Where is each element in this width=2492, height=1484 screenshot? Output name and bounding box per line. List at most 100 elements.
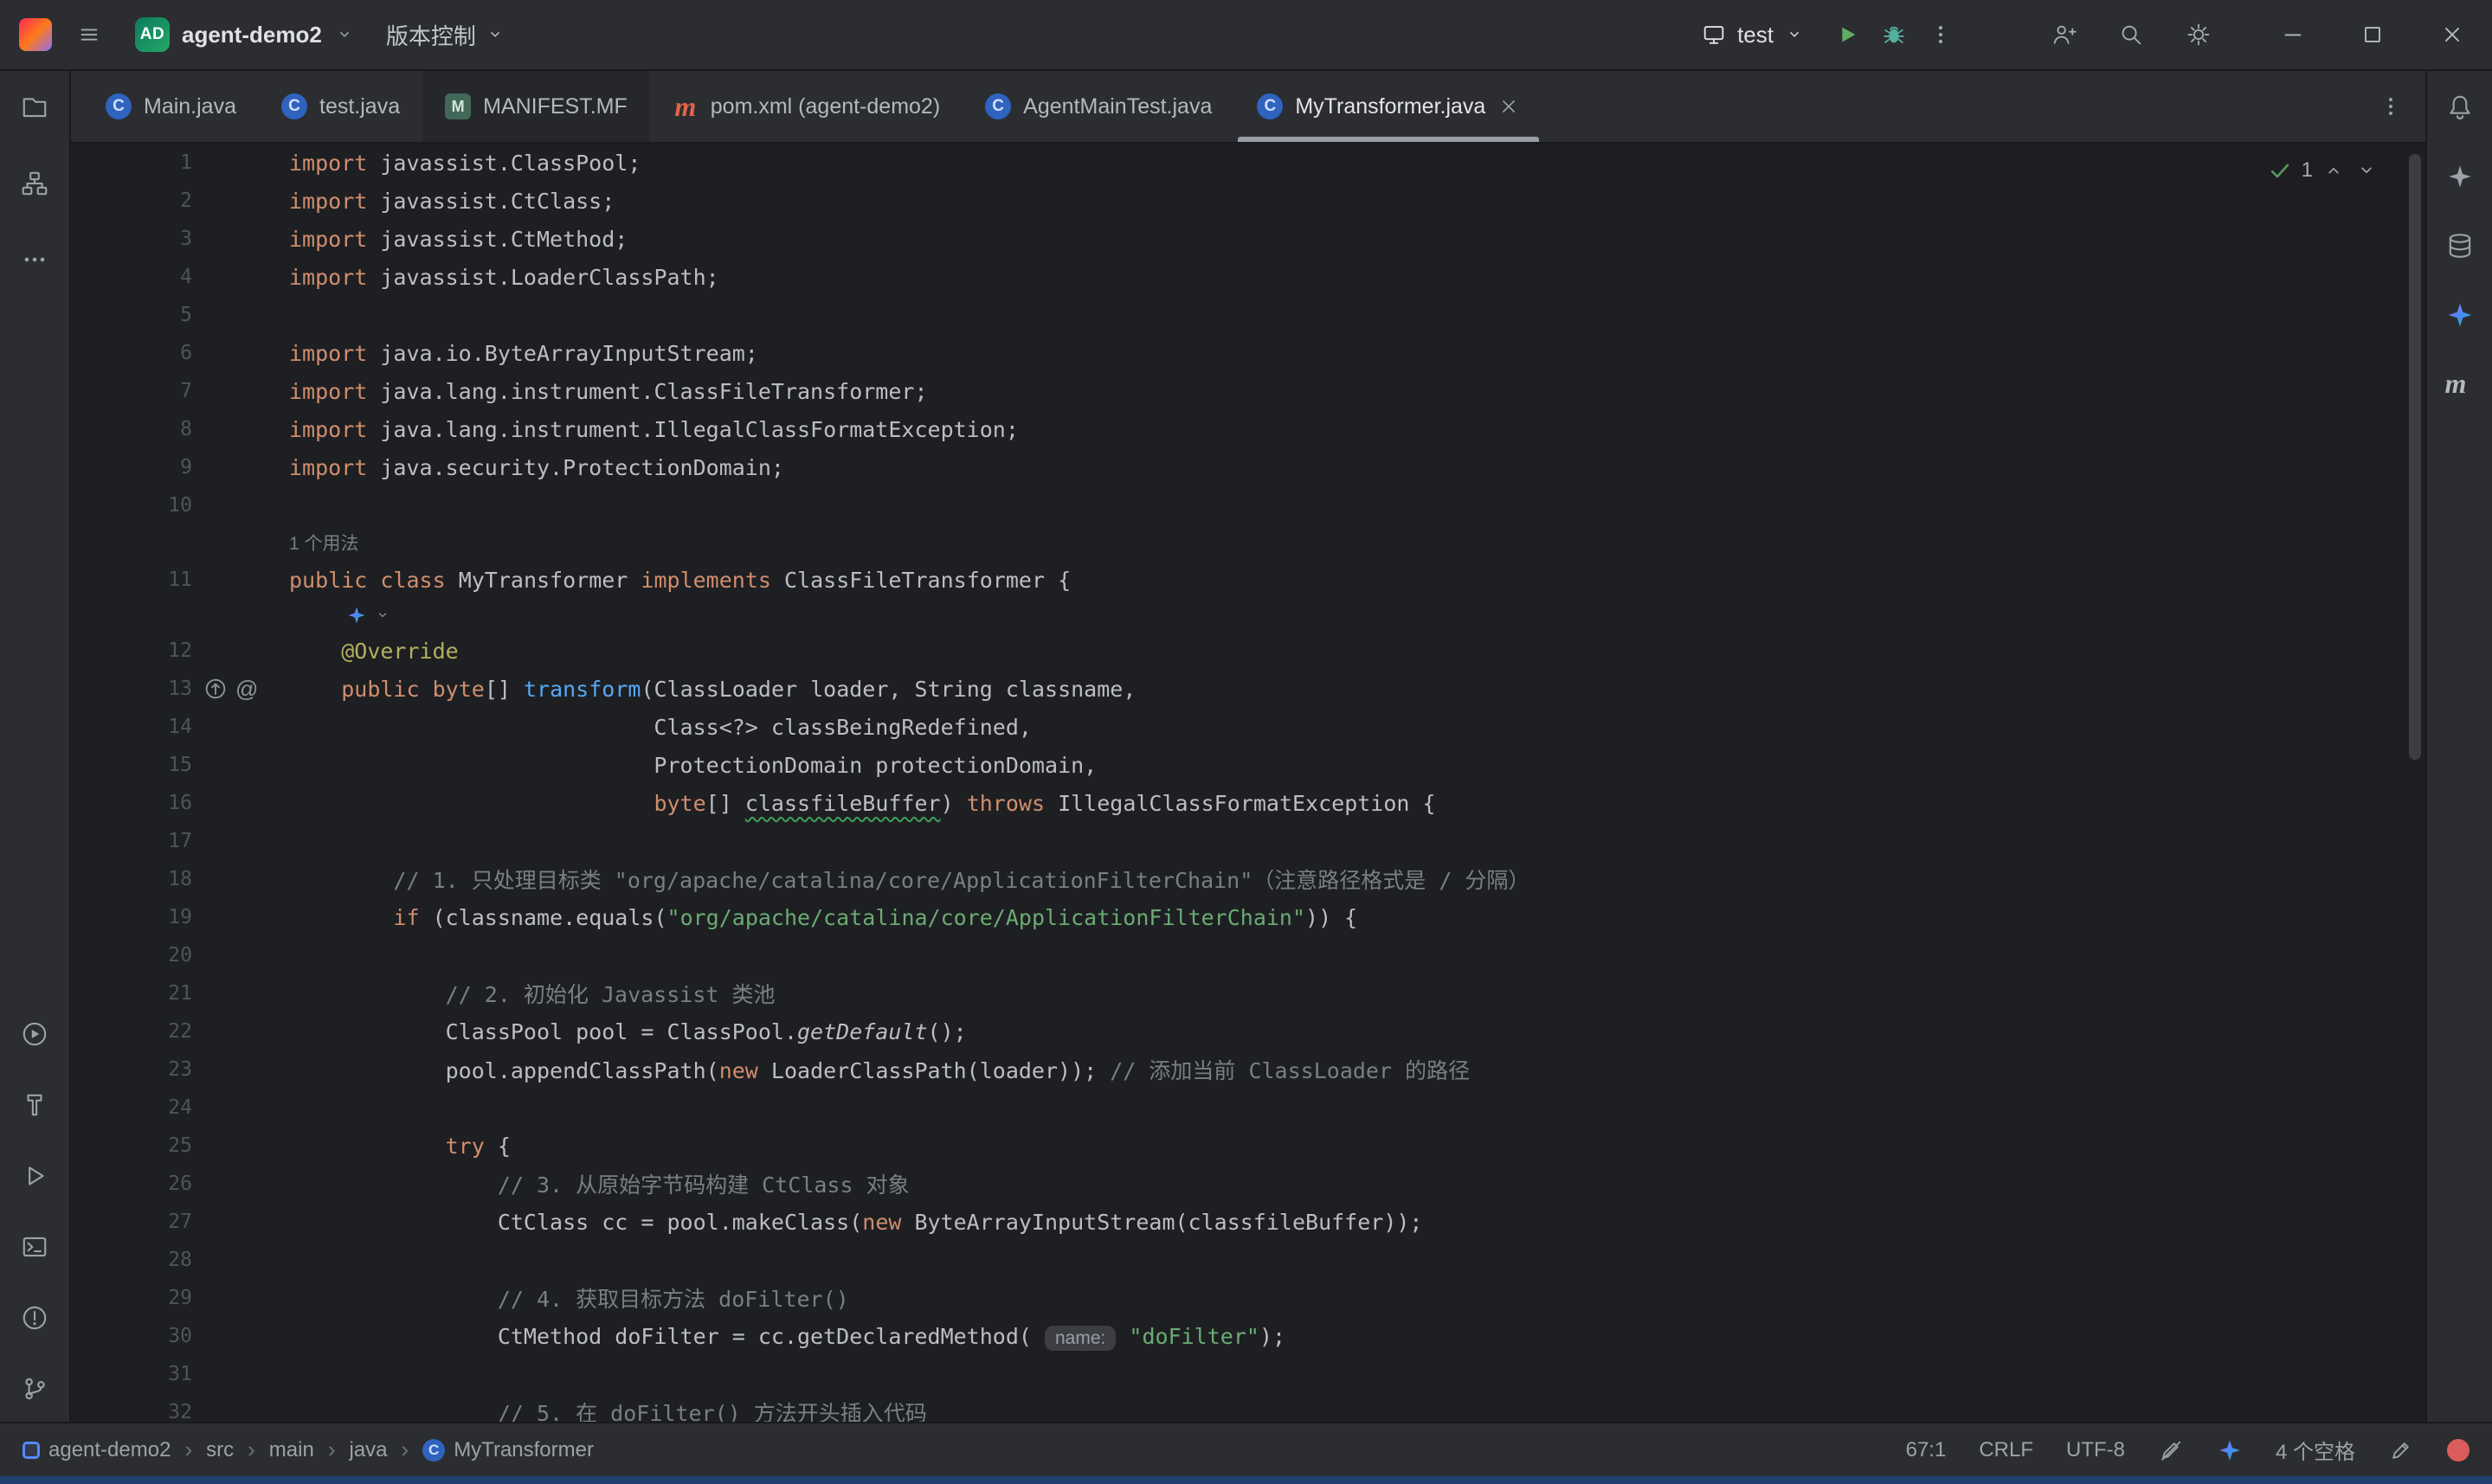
project-widget[interactable]: AD agent-demo2 xyxy=(126,12,364,57)
main-menu-button[interactable] xyxy=(66,11,113,58)
indent-style[interactable]: 4 个空格 xyxy=(2276,1435,2355,1465)
search-everywhere-button[interactable] xyxy=(2108,11,2154,58)
code-line-25: 25 try { xyxy=(71,1127,2425,1165)
more-run-actions-button[interactable] xyxy=(1917,11,1964,58)
tool-notifications-button[interactable] xyxy=(2437,85,2482,130)
close-button[interactable] xyxy=(2412,0,2492,70)
tool-more-tool-windows-button[interactable] xyxy=(12,237,57,282)
line-number[interactable]: 18 xyxy=(71,868,192,890)
line-number[interactable]: 22 xyxy=(71,1020,192,1043)
breadcrumb-item-main[interactable]: main xyxy=(269,1438,314,1462)
line-number[interactable]: 29 xyxy=(71,1287,192,1309)
ai-sparkle-icon[interactable] xyxy=(346,605,367,626)
minimize-button[interactable] xyxy=(2253,0,2333,70)
tab-MANIFEST.MF[interactable]: MMANIFEST.MF xyxy=(422,71,650,142)
vcs-widget[interactable]: 版本控制 xyxy=(377,14,514,56)
code-line-1: 1import javassist.ClassPool; xyxy=(71,144,2425,182)
ai-completion-status-icon[interactable] xyxy=(2158,1437,2184,1463)
line-number[interactable]: 31 xyxy=(71,1363,192,1385)
line-number[interactable]: 17 xyxy=(71,830,192,852)
tab-AgentMainTest.java[interactable]: CAgentMainTest.java xyxy=(963,71,1234,142)
line-number[interactable]: 13 xyxy=(71,678,192,700)
tab-Main.java[interactable]: CMain.java xyxy=(83,71,259,142)
line-number[interactable]: 7 xyxy=(71,380,192,402)
tool-ai-assistant-button[interactable] xyxy=(2437,154,2482,199)
tool-problems-button[interactable] xyxy=(12,1295,57,1340)
editor-scrollbar[interactable] xyxy=(2409,154,2421,760)
line-number[interactable]: 16 xyxy=(71,792,192,814)
line-number[interactable]: 23 xyxy=(71,1058,192,1081)
chevron-down-icon[interactable] xyxy=(2354,158,2379,183)
run-button[interactable] xyxy=(1824,11,1871,58)
tab-pom.xml (agent-demo2)[interactable]: mpom.xml (agent-demo2) xyxy=(650,71,963,142)
gutter[interactable]: @ xyxy=(192,676,289,703)
line-number[interactable]: 4 xyxy=(71,266,192,288)
tool-structure-button[interactable] xyxy=(12,161,57,206)
code-with-me-button[interactable] xyxy=(2040,11,2087,58)
line-number[interactable]: 9 xyxy=(71,456,192,479)
line-number[interactable]: 12 xyxy=(71,639,192,662)
check-icon xyxy=(2267,157,2293,183)
line-number[interactable]: 28 xyxy=(71,1249,192,1271)
tool-version-control-button[interactable] xyxy=(12,1366,57,1411)
line-number[interactable]: 8 xyxy=(71,418,192,440)
debug-button[interactable] xyxy=(1871,11,1917,58)
inline-ai-hint[interactable] xyxy=(71,599,2425,632)
tab-test.java[interactable]: Ctest.java xyxy=(259,71,422,142)
line-number[interactable]: 24 xyxy=(71,1096,192,1119)
tab-list-button[interactable] xyxy=(2368,84,2413,129)
annotation-gutter-icon[interactable]: @ xyxy=(235,676,258,703)
settings-button[interactable] xyxy=(2175,11,2222,58)
line-number[interactable]: 11 xyxy=(71,569,192,591)
run-config-widget[interactable]: test xyxy=(1689,16,1817,54)
line-number[interactable]: 14 xyxy=(71,716,192,738)
tool-build-button[interactable] xyxy=(12,1082,57,1127)
tool-project-button[interactable] xyxy=(12,85,57,130)
breadcrumb-item-MyTransformer[interactable]: CMyTransformer xyxy=(422,1438,594,1462)
line-number[interactable]: 20 xyxy=(71,944,192,967)
line-number[interactable]: 2 xyxy=(71,190,192,212)
code-vision-usages[interactable]: 1 个用法 xyxy=(71,524,2425,561)
line-number[interactable]: 32 xyxy=(71,1401,192,1422)
line-number[interactable]: 5 xyxy=(71,304,192,326)
tool-ai-assistant-pro-button[interactable] xyxy=(2437,292,2482,337)
chevron-up-icon[interactable] xyxy=(2321,158,2346,183)
status-bar-widgets: 67:1 CRLF UTF-8 4 个空格 xyxy=(1906,1435,2469,1465)
implementing-method-gutter-icon[interactable] xyxy=(203,676,229,702)
editor[interactable]: 1import javassist.ClassPool;2import java… xyxy=(71,144,2425,1422)
ai-assistant-icon[interactable] xyxy=(2217,1437,2243,1463)
tool-database-button[interactable] xyxy=(2437,223,2482,268)
usage-count-hint[interactable]: 1 个用法 xyxy=(289,530,359,556)
tool-run-button[interactable] xyxy=(12,1012,57,1057)
line-number[interactable]: 6 xyxy=(71,342,192,364)
bug-icon xyxy=(1881,22,1907,48)
line-number[interactable]: 26 xyxy=(71,1172,192,1195)
line-number[interactable]: 1 xyxy=(71,151,192,174)
caret-position[interactable]: 67:1 xyxy=(1906,1438,1947,1462)
line-separator[interactable]: CRLF xyxy=(1979,1438,2033,1462)
line-number[interactable]: 15 xyxy=(71,754,192,776)
breadcrumb-item-src[interactable]: src xyxy=(206,1438,234,1462)
line-number[interactable]: 10 xyxy=(71,494,192,517)
fatal-error-indicator[interactable] xyxy=(2447,1439,2469,1462)
tool-maven-button[interactable]: m xyxy=(2437,362,2482,407)
code-text: CtMethod doFilter = cc.getDeclaredMethod… xyxy=(289,1324,2425,1349)
tool-services-button[interactable] xyxy=(12,1153,57,1198)
line-number[interactable]: 27 xyxy=(71,1211,192,1233)
line-number[interactable]: 19 xyxy=(71,906,192,928)
inspections-widget[interactable]: 1 xyxy=(2260,154,2386,187)
breadcrumb-item-java[interactable]: java xyxy=(349,1438,387,1462)
breadcrumb-item-agent-demo2[interactable]: agent-demo2 xyxy=(23,1438,171,1462)
tab-MyTransformer.java[interactable]: CMyTransformer.java xyxy=(1234,71,1542,142)
file-encoding[interactable]: UTF-8 xyxy=(2066,1438,2125,1462)
line-number[interactable]: 3 xyxy=(71,228,192,250)
line-number[interactable]: 21 xyxy=(71,982,192,1005)
line-number[interactable]: 30 xyxy=(71,1325,192,1347)
close-tab-icon[interactable] xyxy=(1497,95,1520,118)
maximize-button[interactable] xyxy=(2333,0,2412,70)
pencil-icon[interactable] xyxy=(2388,1437,2414,1463)
project-avatar: AD xyxy=(135,17,170,52)
breadcrumb-label: java xyxy=(349,1438,387,1462)
line-number[interactable]: 25 xyxy=(71,1134,192,1157)
tool-terminal-button[interactable] xyxy=(12,1224,57,1269)
